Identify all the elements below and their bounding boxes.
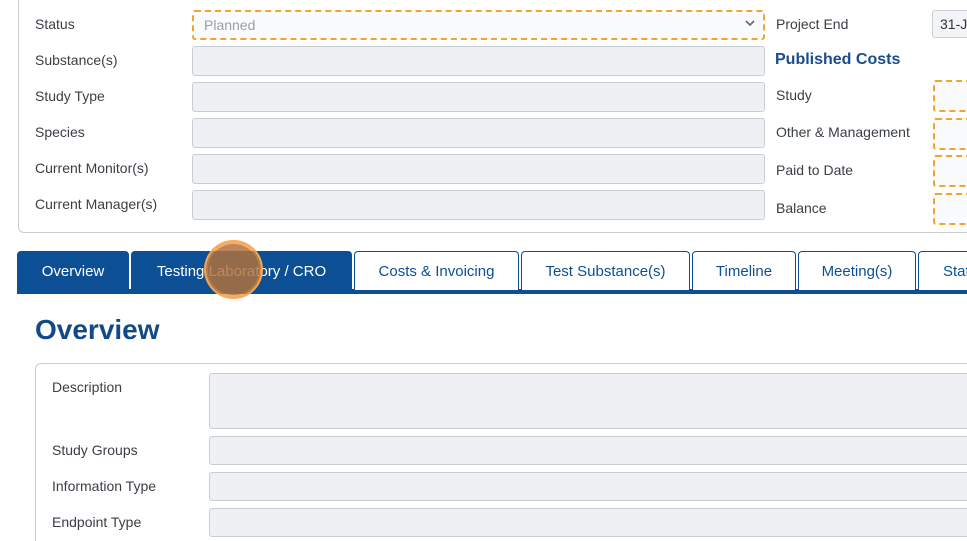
endpoint-type-label: Endpoint Type (52, 514, 142, 530)
project-end-field[interactable]: 31-Ju (932, 10, 967, 38)
current-monitors-field[interactable] (192, 154, 765, 184)
status-select[interactable]: Planned (192, 10, 765, 40)
study-cost-label: Study (776, 87, 812, 103)
status-select-value: Planned (204, 17, 256, 33)
information-type-field[interactable] (209, 472, 967, 501)
balance-field[interactable] (933, 193, 967, 225)
tab-timeline[interactable]: Timeline (692, 251, 796, 290)
tab-overview[interactable]: Overview (17, 251, 129, 290)
study-groups-label: Study Groups (52, 442, 138, 458)
project-end-value: 31-Ju (940, 16, 967, 32)
status-label: Status (35, 16, 75, 32)
description-label: Description (52, 379, 123, 395)
tab-meetings[interactable]: Meeting(s) (798, 251, 916, 290)
current-managers-field[interactable] (192, 190, 765, 220)
project-end-label: Project End (776, 16, 849, 32)
paid-to-date-field[interactable] (933, 155, 967, 187)
published-costs-heading: Published Costs (775, 51, 901, 68)
click-indicator-core (208, 244, 259, 295)
information-type-label: Information Type (52, 478, 157, 494)
paid-to-date-label: Paid to Date (776, 162, 854, 178)
other-management-field[interactable] (933, 118, 967, 150)
study-cost-field[interactable] (933, 80, 967, 112)
balance-label: Balance (776, 200, 827, 216)
substances-label: Substance(s) (35, 52, 118, 68)
tab-costs-invoicing[interactable]: Costs & Invoicing (354, 251, 519, 290)
page-title: Overview (35, 314, 160, 345)
tab-test-substances[interactable]: Test Substance(s) (521, 251, 690, 290)
current-managers-label: Current Manager(s) (35, 196, 158, 212)
chevron-down-icon (745, 20, 755, 27)
study-groups-field[interactable] (209, 436, 967, 465)
description-field[interactable] (209, 373, 967, 429)
current-monitors-label: Current Monitor(s) (35, 160, 149, 176)
endpoint-type-field[interactable] (209, 508, 967, 537)
study-type-field[interactable] (192, 82, 765, 112)
species-field[interactable] (192, 118, 765, 148)
study-type-label: Study Type (35, 88, 105, 104)
tab-stat[interactable]: Stat (918, 251, 967, 290)
species-label: Species (35, 124, 85, 140)
click-indicator (204, 240, 263, 299)
other-management-label: Other & Management (776, 124, 910, 140)
substances-field[interactable] (192, 46, 765, 76)
